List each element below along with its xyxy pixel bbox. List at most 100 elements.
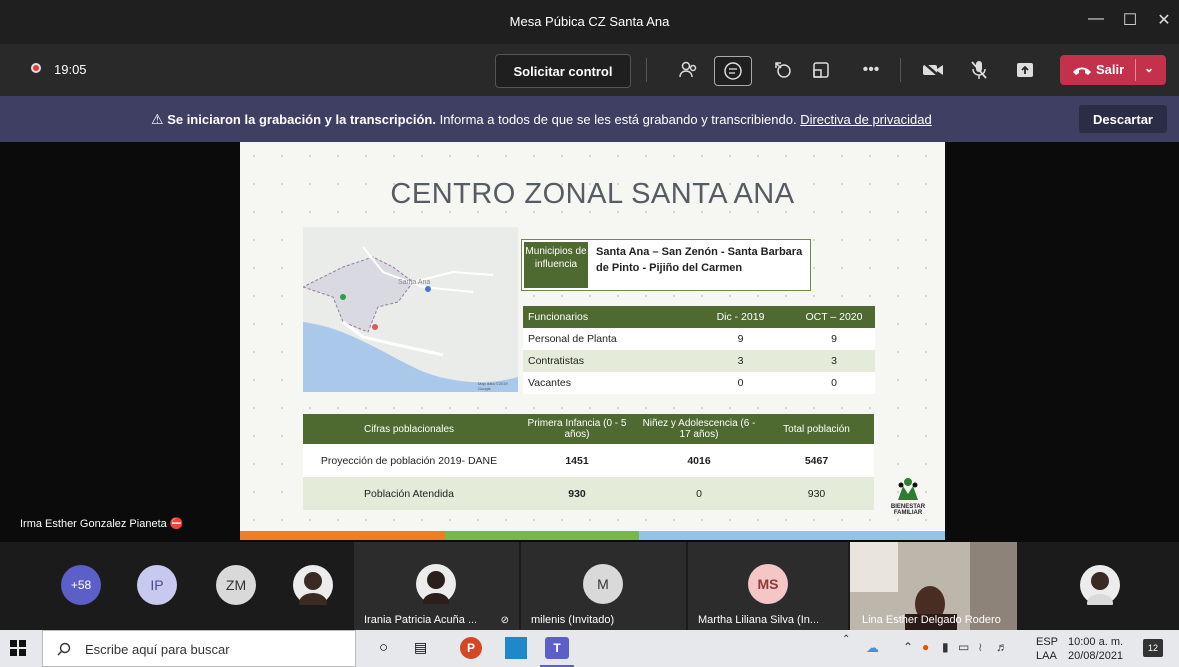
request-control-button[interactable]: Solicitar control	[495, 54, 631, 88]
participant-name: milenis (Invitado)	[531, 614, 615, 626]
more-participants-button[interactable]: +58	[61, 565, 101, 605]
media-player-icon[interactable]	[505, 637, 527, 659]
cortana-icon[interactable]: ○	[379, 639, 388, 656]
participant-tile[interactable]: Irania Patricia Acuña ... ⊘	[354, 542, 519, 630]
table-header: Total población	[759, 414, 874, 444]
maximize-icon[interactable]: ☐	[1118, 10, 1142, 30]
participant-name: Martha Liliana Silva (In...	[698, 614, 820, 626]
recording-banner: ⚠ Se iniciaron la grabación y la transcr…	[0, 96, 1179, 142]
language-code: ESP	[1036, 636, 1059, 648]
avatar	[416, 564, 456, 604]
participant-tile[interactable]: M milenis (Invitado)	[521, 542, 686, 630]
table-cell: Proyección de población 2019- DANE	[303, 444, 515, 477]
presenter-label: Irma Esther Gonzalez Pianeta ⛔	[20, 517, 184, 530]
phone-icon	[1073, 67, 1091, 75]
table-cell: Población Atendida	[303, 477, 515, 510]
notifications-icon[interactable]: 12	[1143, 639, 1163, 657]
table-cell: 9	[688, 328, 793, 350]
windows-taskbar: Escribe aquí para buscar ○ ▤ P T ⌃ ☁ ⌃ ●…	[0, 630, 1179, 667]
meeting-toolbar: 19:05 Solicitar control ••• Salir ⌄	[0, 44, 1179, 96]
table-header: Cifras poblacionales	[303, 414, 515, 444]
presenter-name: Irma Esther Gonzalez Pianeta	[20, 518, 167, 530]
window-title-bar: Mesa Púbica CZ Santa Ana — ☐ ✕	[0, 0, 1179, 44]
clock-date: 20/08/2021	[1068, 650, 1124, 662]
leave-button[interactable]: Salir ⌄	[1060, 55, 1166, 85]
avatar[interactable]	[1080, 565, 1120, 605]
share-screen-icon[interactable]	[1010, 56, 1040, 84]
dismiss-button[interactable]: Descartar	[1079, 105, 1167, 133]
participant-video-tile[interactable]: Lina Esther Delgado Rodero	[850, 542, 1017, 630]
warning-icon: ⚠	[151, 111, 164, 127]
taskbar-search[interactable]: Escribe aquí para buscar	[42, 630, 356, 667]
table-cell: 1451	[515, 444, 639, 477]
avatar[interactable]: ZM	[216, 565, 256, 605]
window-title: Mesa Púbica CZ Santa Ana	[509, 14, 670, 29]
table-cell: 930	[759, 477, 874, 510]
reactions-icon[interactable]	[768, 56, 798, 84]
map-image: Santa Ana Map data ©2019 Google	[303, 227, 518, 392]
battery-icon[interactable]: ▭	[958, 640, 969, 654]
meeting-timer: 19:05	[54, 62, 87, 77]
map-label: Santa Ana	[398, 279, 431, 286]
logo-text: BIENESTAR FAMILIAR	[890, 504, 926, 516]
avatar: M	[583, 564, 623, 604]
close-icon[interactable]: ✕	[1152, 10, 1176, 30]
language-indicator[interactable]: ESP LAA	[1036, 635, 1058, 663]
funcionarios-table: Funcionarios Dic - 2019 OCT – 2020 Perso…	[523, 306, 875, 394]
chevron-down-icon[interactable]: ⌄	[1144, 61, 1154, 75]
table-cell: 0	[639, 477, 759, 510]
clock[interactable]: 10:00 a. m. 20/08/2021	[1068, 635, 1123, 663]
municipios-label: Municipios de influencia	[524, 242, 588, 288]
shared-slide: CENTRO ZONAL SANTA ANA Santa Ana Map dat…	[240, 142, 945, 540]
task-view-icon[interactable]: ▤	[414, 639, 427, 656]
participants-icon[interactable]	[674, 56, 704, 84]
table-cell: 3	[793, 350, 875, 372]
table-header: Niñez y Adolescencia (6 - 17 años)	[639, 414, 759, 444]
clock-time: 10:00 a. m.	[1068, 636, 1124, 648]
wifi-icon[interactable]: ≀	[978, 640, 983, 654]
table-header: Primera Infancia (0 - 5 años)	[515, 414, 639, 444]
table-cell: 0	[688, 372, 793, 394]
banner-text: Informa a todos de que se les está graba…	[439, 112, 797, 127]
table-cell: Contratistas	[523, 350, 688, 372]
table-header: Dic - 2019	[688, 306, 793, 328]
participant-tile[interactable]: MS Martha Liliana Silva (In...	[688, 542, 848, 630]
breakout-rooms-icon[interactable]	[806, 56, 836, 84]
leave-label: Salir	[1096, 62, 1125, 77]
microphone-icon[interactable]: ▮	[942, 640, 949, 654]
more-options-icon[interactable]: •••	[856, 56, 886, 84]
municipios-box: Municipios de influencia Santa Ana – San…	[521, 239, 811, 291]
teams-icon[interactable]: T	[545, 637, 569, 659]
tray-expand-icon[interactable]: ⌃	[842, 634, 850, 645]
slide-title: CENTRO ZONAL SANTA ANA	[390, 178, 795, 210]
chat-icon[interactable]	[714, 56, 752, 86]
leave-divider	[1135, 59, 1136, 81]
recording-icon	[31, 63, 41, 73]
table-cell: 930	[515, 477, 639, 510]
toolbar-divider	[900, 58, 901, 82]
table-header: Funcionarios	[523, 306, 688, 328]
chevron-up-icon[interactable]: ⌃	[903, 640, 913, 654]
banner-message: ⚠ Se iniciaron la grabación y la transcr…	[151, 111, 932, 128]
table-cell: Personal de Planta	[523, 328, 688, 350]
avatar: MS	[748, 564, 788, 604]
avatar[interactable]	[293, 565, 333, 605]
app-tray-icon[interactable]: ●	[922, 640, 929, 654]
privacy-policy-link[interactable]: Directiva de privacidad	[800, 112, 932, 127]
camera-off-icon[interactable]	[918, 56, 948, 84]
municipios-value: Santa Ana – San Zenón - Santa Barbara de…	[596, 246, 803, 274]
table-cell: 9	[793, 328, 875, 350]
speaker-icon[interactable]: ♬	[996, 640, 1008, 654]
weather-icon[interactable]: ☁	[866, 640, 879, 656]
participant-name: Irania Patricia Acuña ...	[364, 614, 478, 626]
minimize-icon[interactable]: —	[1084, 10, 1108, 28]
search-placeholder: Escribe aquí para buscar	[85, 642, 230, 657]
table-cell: 5467	[759, 444, 874, 477]
search-icon	[57, 642, 71, 656]
windows-start-icon[interactable]	[10, 640, 26, 661]
cifras-table: Cifras poblacionales Primera Infancia (0…	[303, 414, 874, 510]
powerpoint-icon[interactable]: P	[460, 637, 482, 659]
table-cell: 3	[688, 350, 793, 372]
avatar[interactable]: IP	[137, 565, 177, 605]
mic-muted-icon[interactable]	[964, 56, 994, 84]
